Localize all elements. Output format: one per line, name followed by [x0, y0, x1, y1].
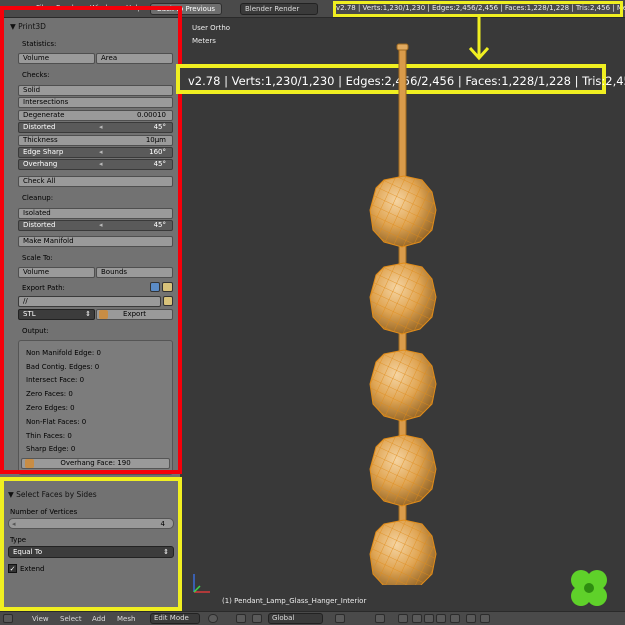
menu-add[interactable]: Add — [92, 615, 106, 623]
edge-select-icon[interactable] — [424, 614, 434, 623]
down-arrow-annotation — [468, 17, 490, 61]
highlight-box-print3d — [0, 6, 182, 474]
menu-select[interactable]: Select — [60, 615, 82, 623]
pivot-icon[interactable] — [236, 614, 246, 623]
viewport-header: View Select Add Mesh Edit Mode Global — [0, 611, 625, 625]
mesh-sphere — [369, 262, 437, 335]
mode-select[interactable]: Edit Mode — [150, 613, 200, 624]
render-engine-select[interactable]: Blender Render — [240, 3, 318, 15]
mesh-sphere — [369, 175, 437, 248]
mesh-sphere — [369, 519, 437, 585]
viewport-units: Meters — [192, 37, 216, 45]
highlight-box-stats — [333, 1, 623, 17]
manipulator-icon[interactable] — [252, 614, 262, 623]
clover-logo — [571, 570, 607, 606]
vertex-select-icon[interactable] — [412, 614, 422, 623]
viewport-view-name: User Ortho — [192, 24, 231, 32]
camera-icon[interactable] — [480, 614, 490, 623]
menu-mesh[interactable]: Mesh — [117, 615, 135, 623]
shading-icon[interactable] — [208, 614, 218, 623]
menu-view[interactable]: View — [32, 615, 49, 623]
layers-icon[interactable] — [335, 614, 345, 623]
editor-type-icon[interactable] — [3, 614, 13, 623]
proportional-edit-icon[interactable] — [375, 614, 385, 623]
snap-icon[interactable] — [398, 614, 408, 623]
transform-orientation-select[interactable]: Global — [268, 613, 323, 624]
pendant-mesh[interactable] — [360, 40, 450, 585]
axis-gizmo-icon — [193, 574, 210, 593]
render-preview-icon[interactable] — [466, 614, 476, 623]
occlude-icon[interactable] — [450, 614, 460, 623]
active-object-label: (1) Pendant_Lamp_Glass_Hanger_Interior — [222, 597, 367, 605]
mesh-sphere — [369, 434, 437, 507]
face-select-icon[interactable] — [436, 614, 446, 623]
highlight-box-operator — [0, 477, 182, 611]
mesh-sphere — [369, 349, 437, 422]
